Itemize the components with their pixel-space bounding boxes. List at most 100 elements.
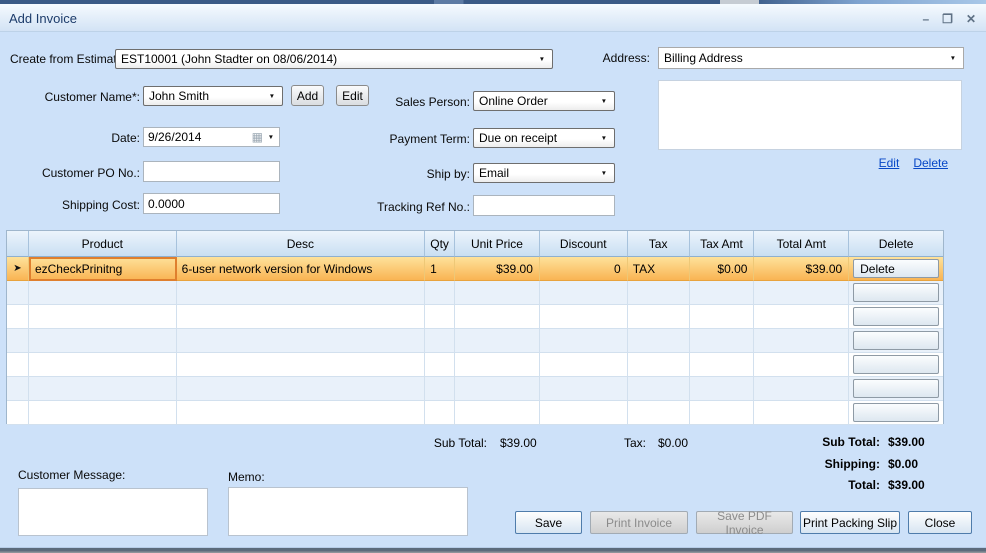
- save-pdf-invoice-button[interactable]: Save PDF Invoice: [696, 509, 793, 537]
- grid-cell[interactable]: [28, 377, 177, 401]
- delete-row-button[interactable]: [853, 307, 940, 326]
- grid-cell[interactable]: [689, 281, 755, 305]
- grid-cell[interactable]: [28, 281, 177, 305]
- close-icon[interactable]: ✕: [966, 11, 976, 27]
- grid-cell[interactable]: [539, 377, 628, 401]
- grid-cell[interactable]: [754, 329, 850, 353]
- grid-cell[interactable]: [176, 329, 426, 353]
- cell-tax-amt[interactable]: $0.00: [689, 257, 755, 281]
- grid-cell[interactable]: [425, 281, 456, 305]
- grid-cell[interactable]: [627, 353, 690, 377]
- memo-input[interactable]: [228, 487, 468, 536]
- grid-cell[interactable]: [754, 353, 850, 377]
- grid-cell[interactable]: [539, 329, 628, 353]
- delete-row-button[interactable]: [853, 283, 940, 302]
- grid-header-product[interactable]: Product: [28, 231, 177, 257]
- grid-cell[interactable]: [28, 305, 177, 329]
- row-selector-cell[interactable]: [7, 377, 29, 401]
- grid-cell[interactable]: [176, 281, 426, 305]
- grid-header-tax[interactable]: Tax: [627, 231, 690, 257]
- grid-cell[interactable]: [754, 377, 850, 401]
- cell-product[interactable]: ezCheckPrinitng: [28, 257, 177, 281]
- titlebar[interactable]: Add Invoice – ❐ ✕: [0, 4, 986, 32]
- grid-cell[interactable]: [176, 353, 426, 377]
- grid-cell[interactable]: [539, 401, 628, 425]
- grid-cell[interactable]: [689, 353, 755, 377]
- grid-cell[interactable]: [627, 329, 690, 353]
- grid-cell[interactable]: [425, 305, 456, 329]
- address-dropdown[interactable]: Billing Address ▼: [658, 47, 964, 69]
- row-selector-cell[interactable]: [7, 305, 29, 329]
- cell-total-amt[interactable]: $39.00: [754, 257, 850, 281]
- grid-cell[interactable]: [425, 329, 456, 353]
- grid-cell[interactable]: [539, 281, 628, 305]
- address-edit-link[interactable]: Edit: [879, 156, 900, 170]
- grid-cell[interactable]: [425, 353, 456, 377]
- grid-cell[interactable]: [455, 305, 540, 329]
- grid-cell[interactable]: [689, 305, 755, 329]
- grid-cell[interactable]: [176, 377, 426, 401]
- address-delete-link[interactable]: Delete: [913, 156, 948, 170]
- customer-message-input[interactable]: [18, 488, 208, 536]
- grid-cell[interactable]: [539, 305, 628, 329]
- grid-header-total-amt[interactable]: Total Amt: [754, 231, 850, 257]
- grid-cell[interactable]: [539, 353, 628, 377]
- cell-discount[interactable]: 0: [539, 257, 628, 281]
- grid-header-desc[interactable]: Desc: [176, 231, 426, 257]
- grid-cell[interactable]: [425, 401, 456, 425]
- grid-header-qty[interactable]: Qty: [425, 231, 456, 257]
- grid-cell[interactable]: [425, 377, 456, 401]
- grid-cell[interactable]: [28, 401, 177, 425]
- grid-cell[interactable]: [627, 377, 690, 401]
- grid-cell[interactable]: [455, 281, 540, 305]
- cell-desc[interactable]: 6-user network version for Windows: [176, 257, 426, 281]
- grid-cell[interactable]: [627, 401, 690, 425]
- tracking-ref-input[interactable]: [473, 195, 615, 216]
- grid-cell[interactable]: [455, 329, 540, 353]
- edit-customer-button[interactable]: Edit: [336, 85, 369, 106]
- cell-tax[interactable]: TAX: [627, 257, 690, 281]
- grid-cell[interactable]: [689, 377, 755, 401]
- save-button[interactable]: Save: [515, 511, 582, 534]
- grid-cell[interactable]: [689, 329, 755, 353]
- payment-term-dropdown[interactable]: Due on receipt ▼: [473, 128, 615, 148]
- row-selector-cell[interactable]: ➤: [7, 257, 29, 281]
- calendar-icon[interactable]: ▦: [252, 130, 263, 144]
- ship-by-dropdown[interactable]: Email ▼: [473, 163, 615, 183]
- grid-cell[interactable]: [689, 401, 755, 425]
- grid-cell[interactable]: [627, 281, 690, 305]
- delete-row-button[interactable]: [853, 379, 940, 398]
- delete-row-button[interactable]: [853, 331, 940, 350]
- grid-cell[interactable]: [455, 353, 540, 377]
- delete-row-button[interactable]: Delete: [853, 259, 940, 278]
- grid-cell[interactable]: [455, 401, 540, 425]
- grid-cell[interactable]: [176, 401, 426, 425]
- create-from-estimate-dropdown[interactable]: EST10001 (John Stadter on 08/06/2014) ▼: [115, 49, 553, 69]
- grid-cell[interactable]: [28, 353, 177, 377]
- date-picker[interactable]: 9/26/2014 ▦ ▼: [143, 127, 280, 147]
- print-packing-slip-button[interactable]: Print Packing Slip: [800, 511, 900, 534]
- delete-row-button[interactable]: [853, 403, 940, 422]
- row-selector-cell[interactable]: [7, 401, 29, 425]
- row-selector-cell[interactable]: [7, 329, 29, 353]
- add-customer-button[interactable]: Add: [291, 85, 324, 106]
- grid-header-discount[interactable]: Discount: [539, 231, 628, 257]
- maximize-icon[interactable]: ❐: [942, 11, 953, 27]
- row-selector-cell[interactable]: [7, 353, 29, 377]
- grid-cell[interactable]: [754, 305, 850, 329]
- customer-name-dropdown[interactable]: John Smith ▼: [143, 86, 283, 106]
- grid-cell[interactable]: [455, 377, 540, 401]
- grid-header-delete[interactable]: Delete: [849, 231, 943, 257]
- sales-person-dropdown[interactable]: Online Order ▼: [473, 91, 615, 111]
- grid-header-unit-price[interactable]: Unit Price: [455, 231, 540, 257]
- grid-cell[interactable]: [28, 329, 177, 353]
- cell-qty[interactable]: 1: [425, 257, 456, 281]
- row-selector-cell[interactable]: [7, 281, 29, 305]
- print-invoice-button[interactable]: Print Invoice: [590, 511, 688, 534]
- cell-unit-price[interactable]: $39.00: [455, 257, 540, 281]
- close-button[interactable]: Close: [908, 511, 972, 534]
- grid-cell[interactable]: [627, 305, 690, 329]
- grid-cell[interactable]: [754, 281, 850, 305]
- grid-header-tax-amt[interactable]: Tax Amt: [689, 231, 755, 257]
- chevron-down-icon[interactable]: ▼: [268, 133, 274, 140]
